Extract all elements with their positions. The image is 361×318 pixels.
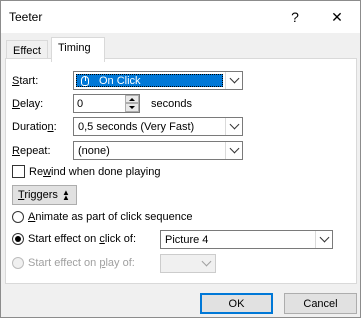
tab-effect-label: Effect [13,45,41,57]
play-of-radio [12,257,24,269]
repeat-label: Repeat: [12,145,51,157]
delay-unit: seconds [151,98,192,110]
start-label: Start: [12,75,39,87]
title-bar: Teeter ? ✕ [1,1,360,33]
click-of-select[interactable]: Picture 4 [160,230,333,249]
triggers-label: Triggers [18,189,58,201]
chevron-down-icon [229,119,239,130]
delay-label: Delay: [12,98,44,110]
duration-select[interactable]: 0,5 seconds (Very Fast) [73,117,243,136]
cancel-label: Cancel [303,297,338,310]
repeat-select[interactable]: (none) [73,141,243,160]
close-button[interactable]: ✕ [317,3,357,31]
click-of-dropdown-button[interactable] [315,231,332,248]
delay-increment-button[interactable] [125,95,139,103]
animate-sequence-label: Animate as part of click sequence [28,211,193,223]
duration-value: 0,5 seconds (Very Fast) [78,121,195,133]
duration-label: Duration: [12,121,57,133]
mouse-click-icon [81,76,89,86]
chevron-down-icon [319,232,329,243]
click-of-value: Picture 4 [165,234,209,246]
play-of-select [160,254,216,273]
animate-sequence-radio[interactable] [12,211,24,223]
collapse-icon: ▲ ▲ [61,188,70,202]
close-icon: ✕ [331,8,343,25]
rewind-checkbox[interactable] [12,165,25,178]
arrow-up-icon [129,97,135,101]
triggers-button[interactable]: Triggers ▲ ▲ [12,185,77,205]
timing-dialog: Teeter ? ✕ Effect Timing Start: On Click… [0,0,361,318]
arrow-down-icon [129,106,135,109]
chevron-down-icon [229,143,239,154]
tab-timing-label: Timing [58,42,91,54]
rewind-option[interactable]: Rewind when done playing [12,165,161,178]
play-of-option: Start effect on play of: [12,257,135,269]
start-selected-value: On Click [76,74,223,87]
repeat-dropdown-button[interactable] [225,142,242,159]
click-of-radio[interactable] [12,233,24,245]
animate-sequence-option[interactable]: Animate as part of click sequence [12,211,192,223]
delay-stepper[interactable]: 0 [73,94,140,113]
play-of-dropdown-button [198,255,215,272]
tab-timing[interactable]: Timing [51,37,105,62]
start-select[interactable]: On Click [73,71,243,90]
click-of-option[interactable]: Start effect on click of: [12,233,136,245]
chevron-down-icon [229,73,239,84]
help-icon: ? [291,9,299,25]
delay-decrement-button[interactable] [125,103,139,112]
click-of-label: Start effect on click of: [28,233,137,245]
cancel-button[interactable]: Cancel [284,293,357,314]
start-dropdown-button[interactable] [225,72,242,89]
start-value: On Click [99,75,141,87]
delay-value[interactable]: 0 [77,98,83,110]
rewind-label: Rewind when done playing [29,165,161,178]
play-of-label: Start effect on play of: [28,257,135,269]
tab-strip: Effect Timing [1,33,360,62]
duration-dropdown-button[interactable] [225,118,242,135]
repeat-value: (none) [78,145,110,157]
window-title: Teeter [9,10,43,24]
chevron-down-icon [201,256,212,267]
help-button[interactable]: ? [275,3,315,31]
ok-label: OK [228,297,245,310]
ok-button[interactable]: OK [200,293,273,314]
